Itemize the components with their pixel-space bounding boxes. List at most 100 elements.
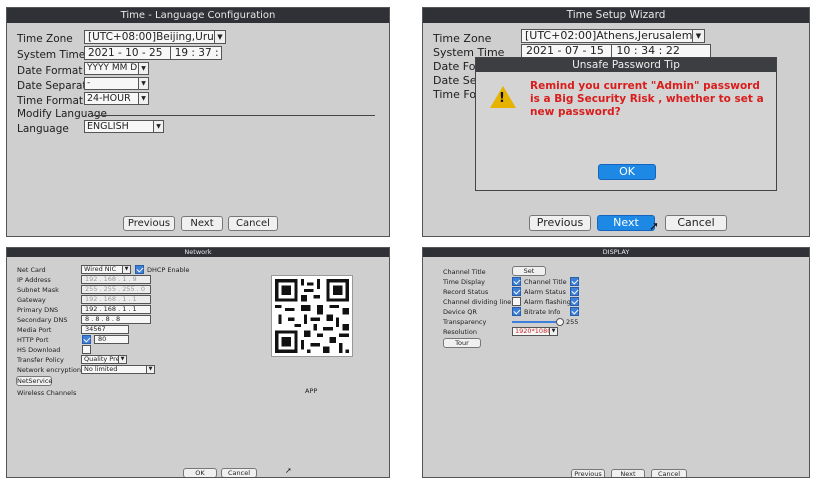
gateway-label: Gateway xyxy=(17,296,46,304)
app-label: APP xyxy=(305,387,318,395)
hs-download-label: HS Download xyxy=(17,346,61,354)
chevron-down-icon: ▼ xyxy=(549,328,557,335)
device-qr-label: Device QR xyxy=(443,308,477,316)
next-button[interactable]: Next xyxy=(611,469,645,477)
channel-title-check-label: Channel Title xyxy=(524,278,567,286)
ip-address-field[interactable]: 192 . 168 . 1 . 9 xyxy=(81,275,151,284)
alarm-status-checkbox[interactable] xyxy=(570,287,579,296)
time-zone-value: [UTC+02:00]Athens,Jerusalem xyxy=(525,29,693,42)
dialog-title: Unsafe Password Tip xyxy=(476,58,776,72)
resolution-value: 1920*1080 xyxy=(515,327,552,335)
netservice-button[interactable]: NetService xyxy=(16,376,52,386)
net-card-select[interactable]: Wired NIC ▼ xyxy=(81,265,131,274)
media-port-field[interactable]: 34567 xyxy=(81,325,129,334)
date-separator-label: Date Se xyxy=(433,74,477,87)
cancel-button[interactable]: Cancel xyxy=(665,215,727,231)
qr-code xyxy=(271,275,353,357)
time-display-checkbox[interactable] xyxy=(512,277,521,286)
wireless-channels-label: Wireless Channels xyxy=(17,389,77,397)
exclamation-icon: ! xyxy=(499,91,505,106)
http-port-checkbox[interactable] xyxy=(82,335,91,344)
record-status-checkbox[interactable] xyxy=(512,287,521,296)
transfer-policy-select[interactable]: Quality Prefe ▼ xyxy=(81,355,127,364)
set-button[interactable]: Set xyxy=(512,266,546,276)
hs-download-checkbox[interactable] xyxy=(82,345,91,354)
ok-button[interactable]: OK xyxy=(598,164,656,180)
mouse-cursor-icon: ➚ xyxy=(649,219,660,233)
system-time-field[interactable]: 2021 - 10 - 25 19 : 37 : 45 xyxy=(84,46,222,60)
system-clock-value: 10 : 34 : 22 xyxy=(611,45,680,57)
transparency-slider-handle[interactable] xyxy=(556,318,564,326)
cancel-button[interactable]: Cancel xyxy=(228,216,278,231)
transparency-label: Transparency xyxy=(443,318,487,326)
date-format-value: YYYY MM DD xyxy=(87,63,145,73)
cancel-button[interactable]: Cancel xyxy=(221,468,257,477)
chevron-down-icon: ▼ xyxy=(138,63,148,74)
chevron-down-icon: ▼ xyxy=(122,266,130,273)
time-setup-wizard-panel: Time Setup Wizard Time Zone [UTC+02:00]A… xyxy=(422,7,810,237)
previous-button[interactable]: Previous xyxy=(571,469,605,477)
previous-button[interactable]: Previous xyxy=(529,215,591,231)
http-port-field[interactable]: 80 xyxy=(94,335,129,344)
channel-title-checkbox[interactable] xyxy=(570,277,579,286)
transparency-slider-track[interactable] xyxy=(512,321,558,323)
system-date-value: 2021 - 10 - 25 xyxy=(88,47,163,59)
media-port-label: Media Port xyxy=(17,326,52,334)
next-button[interactable]: Next xyxy=(181,216,223,231)
mouse-cursor-icon: ➚ xyxy=(285,466,292,475)
network-panel: Network Net Card Wired NIC ▼ DHCP Enable… xyxy=(6,247,390,478)
date-separator-select[interactable]: - ▼ xyxy=(84,77,149,90)
time-zone-label: Time Zone xyxy=(433,32,492,45)
record-status-label: Record Status xyxy=(443,288,489,296)
next-button[interactable]: Next xyxy=(597,215,655,231)
bitrate-info-label: Bitrate Info xyxy=(524,308,561,316)
bitrate-info-checkbox[interactable] xyxy=(570,307,579,316)
primary-dns-field[interactable]: 192 . 168 . 1 . 1 xyxy=(81,305,151,314)
time-zone-select[interactable]: [UTC+02:00]Athens,Jerusalem ▼ xyxy=(521,29,705,43)
chevron-down-icon: ▼ xyxy=(146,366,154,373)
panel-title: Time Setup Wizard xyxy=(423,8,809,23)
date-format-select[interactable]: YYYY MM DD ▼ xyxy=(84,62,149,75)
previous-button[interactable]: Previous xyxy=(123,216,175,231)
resolution-select[interactable]: 1920*1080 ▼ xyxy=(512,327,558,336)
device-qr-checkbox[interactable] xyxy=(512,307,521,316)
system-date-value: 2021 - 07 - 15 xyxy=(526,44,604,57)
secondary-dns-field[interactable]: 8 . 8 . 8 . 8 xyxy=(81,315,151,324)
modify-language-heading: Modify Language xyxy=(17,108,107,120)
time-format-label: Time Fo xyxy=(433,88,477,101)
network-encryption-select[interactable]: No limited ▼ xyxy=(81,365,155,374)
cancel-button[interactable]: Cancel xyxy=(651,469,687,477)
panel-title: Network xyxy=(7,248,389,257)
tour-button[interactable]: Tour xyxy=(443,338,481,348)
alarm-flashing-checkbox[interactable] xyxy=(570,297,579,306)
system-time-field[interactable]: 2021 - 07 - 15 10 : 34 : 22 xyxy=(521,44,711,58)
network-encryption-label: Network encryption xyxy=(17,366,81,374)
chevron-down-icon: ▼ xyxy=(214,31,225,43)
channel-dividing-checkbox[interactable] xyxy=(512,297,521,306)
subnet-mask-label: Subnet Mask xyxy=(17,286,59,294)
ok-button[interactable]: OK xyxy=(183,468,217,477)
time-format-label: Time Format xyxy=(17,95,84,107)
dhcp-label: DHCP Enable xyxy=(147,266,190,274)
chevron-down-icon: ▼ xyxy=(153,121,163,132)
secondary-dns-label: Secondary DNS xyxy=(17,316,68,324)
primary-dns-label: Primary DNS xyxy=(17,306,59,314)
gateway-field[interactable]: 192 . 168 . 1 . 1 xyxy=(81,295,151,304)
date-separator-value: - xyxy=(87,78,91,88)
dhcp-checkbox[interactable] xyxy=(135,265,144,274)
chevron-down-icon: ▼ xyxy=(138,78,148,89)
panel-title: DISPLAY xyxy=(423,248,809,257)
net-card-value: Wired NIC xyxy=(84,265,117,273)
alarm-status-label: Alarm Status xyxy=(524,288,566,296)
unsafe-password-dialog: Unsafe Password Tip ! Remind you current… xyxy=(475,57,777,191)
time-zone-select[interactable]: [UTC+08:00]Beijing,Urumqi,Ta ▼ xyxy=(84,30,226,44)
subnet-mask-field[interactable]: 255 . 255 . 255 . 0 xyxy=(81,285,151,294)
time-format-select[interactable]: 24-HOUR ▼ xyxy=(84,92,149,105)
language-select[interactable]: ENGLISH ▼ xyxy=(84,120,164,133)
divider xyxy=(91,115,375,116)
time-display-label: Time Display xyxy=(443,278,485,286)
transfer-policy-label: Transfer Policy xyxy=(17,356,64,364)
http-port-label: HTTP Port xyxy=(17,336,49,344)
chevron-down-icon: ▼ xyxy=(692,30,704,42)
network-encryption-value: No limited xyxy=(84,365,118,373)
